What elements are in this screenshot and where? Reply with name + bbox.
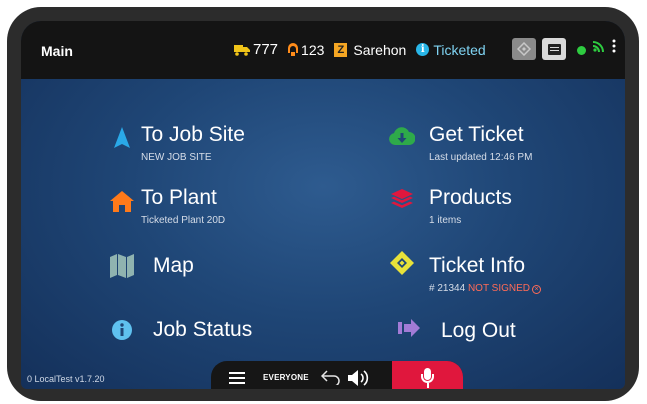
chat-icon — [547, 43, 561, 55]
chat-button[interactable] — [542, 38, 566, 60]
ticket-number: # 21344 — [429, 283, 466, 294]
more-vert-icon[interactable] — [612, 39, 616, 57]
home-icon — [109, 188, 135, 214]
status-strip: 777 123 Z Sarehon i Ticketed — [234, 41, 486, 58]
get-ticket-button[interactable]: Get Ticket Last updated 12:46 PM — [389, 121, 609, 171]
signed-status: NOT SIGNED — [467, 283, 530, 294]
cloud-download-icon — [389, 123, 415, 149]
online-status-dot — [577, 46, 586, 55]
job-status-button[interactable]: Job Status — [109, 317, 309, 357]
company-badge: Z — [334, 42, 348, 57]
app-version: 0 LocalTest v1.7.20 — [27, 374, 105, 384]
info-circle-icon — [109, 317, 135, 343]
truck-icon — [234, 44, 250, 56]
map-button[interactable]: Map — [109, 253, 309, 293]
products-label: Products — [429, 186, 512, 209]
to-plant-sub: Ticketed Plant 20D — [141, 215, 226, 226]
driver-name: Sarehon — [353, 41, 407, 58]
ticket-status: Ticketed — [433, 41, 486, 58]
log-out-label: Log Out — [441, 319, 516, 342]
to-plant-button[interactable]: To Plant Ticketed Plant 20D — [109, 184, 309, 234]
rss-icon — [593, 40, 605, 55]
ticket-info-label: Ticket Info — [429, 254, 526, 277]
get-ticket-label: Get Ticket — [429, 123, 524, 146]
map-icon — [109, 253, 135, 279]
page-title: Main — [41, 43, 73, 59]
channel-selector[interactable]: EVERYONE — [263, 373, 309, 382]
back-arrow-icon[interactable] — [320, 369, 341, 389]
device-frame: Main 777 123 Z Sarehon i Ticketed To Job… — [7, 7, 639, 401]
to-plant-label: To Plant — [141, 186, 217, 209]
driver-number: 123 — [301, 41, 325, 58]
products-sub: 1 items — [429, 215, 462, 226]
truck-number: 777 — [253, 41, 279, 58]
person-icon — [288, 43, 299, 56]
log-out-button[interactable]: Log Out — [396, 315, 596, 355]
navigation-arrow-icon — [109, 125, 135, 151]
info-icon: i — [416, 43, 430, 56]
push-to-talk-button[interactable] — [392, 361, 463, 389]
map-label: Map — [153, 254, 194, 277]
logout-icon — [396, 315, 422, 341]
ticket-icon — [517, 42, 531, 56]
layers-icon — [389, 186, 415, 212]
to-job-site-sub: NEW JOB SITE — [141, 152, 212, 163]
get-ticket-sub: Last updated 12:46 PM — [429, 152, 533, 163]
volume-icon[interactable] — [348, 369, 372, 387]
ticket-button[interactable] — [512, 38, 536, 60]
job-status-label: Job Status — [153, 318, 253, 341]
ticket-info-sub: # 21344 NOT SIGNED × — [429, 283, 541, 294]
to-job-site-button[interactable]: To Job Site NEW JOB SITE — [109, 121, 309, 171]
top-bar: Main 777 123 Z Sarehon i Ticketed — [21, 21, 625, 79]
menu-icon[interactable] — [229, 372, 245, 384]
cancel-circle-icon: × — [531, 285, 541, 294]
to-job-site-label: To Job Site — [141, 123, 245, 146]
ticket-icon — [389, 250, 415, 276]
bottom-bar: EVERYONE — [211, 361, 463, 389]
app-screen: Main 777 123 Z Sarehon i Ticketed To Job… — [21, 21, 625, 389]
products-button[interactable]: Products 1 items — [389, 184, 609, 234]
ticket-info-button[interactable]: Ticket Info # 21344 NOT SIGNED × — [389, 250, 609, 300]
